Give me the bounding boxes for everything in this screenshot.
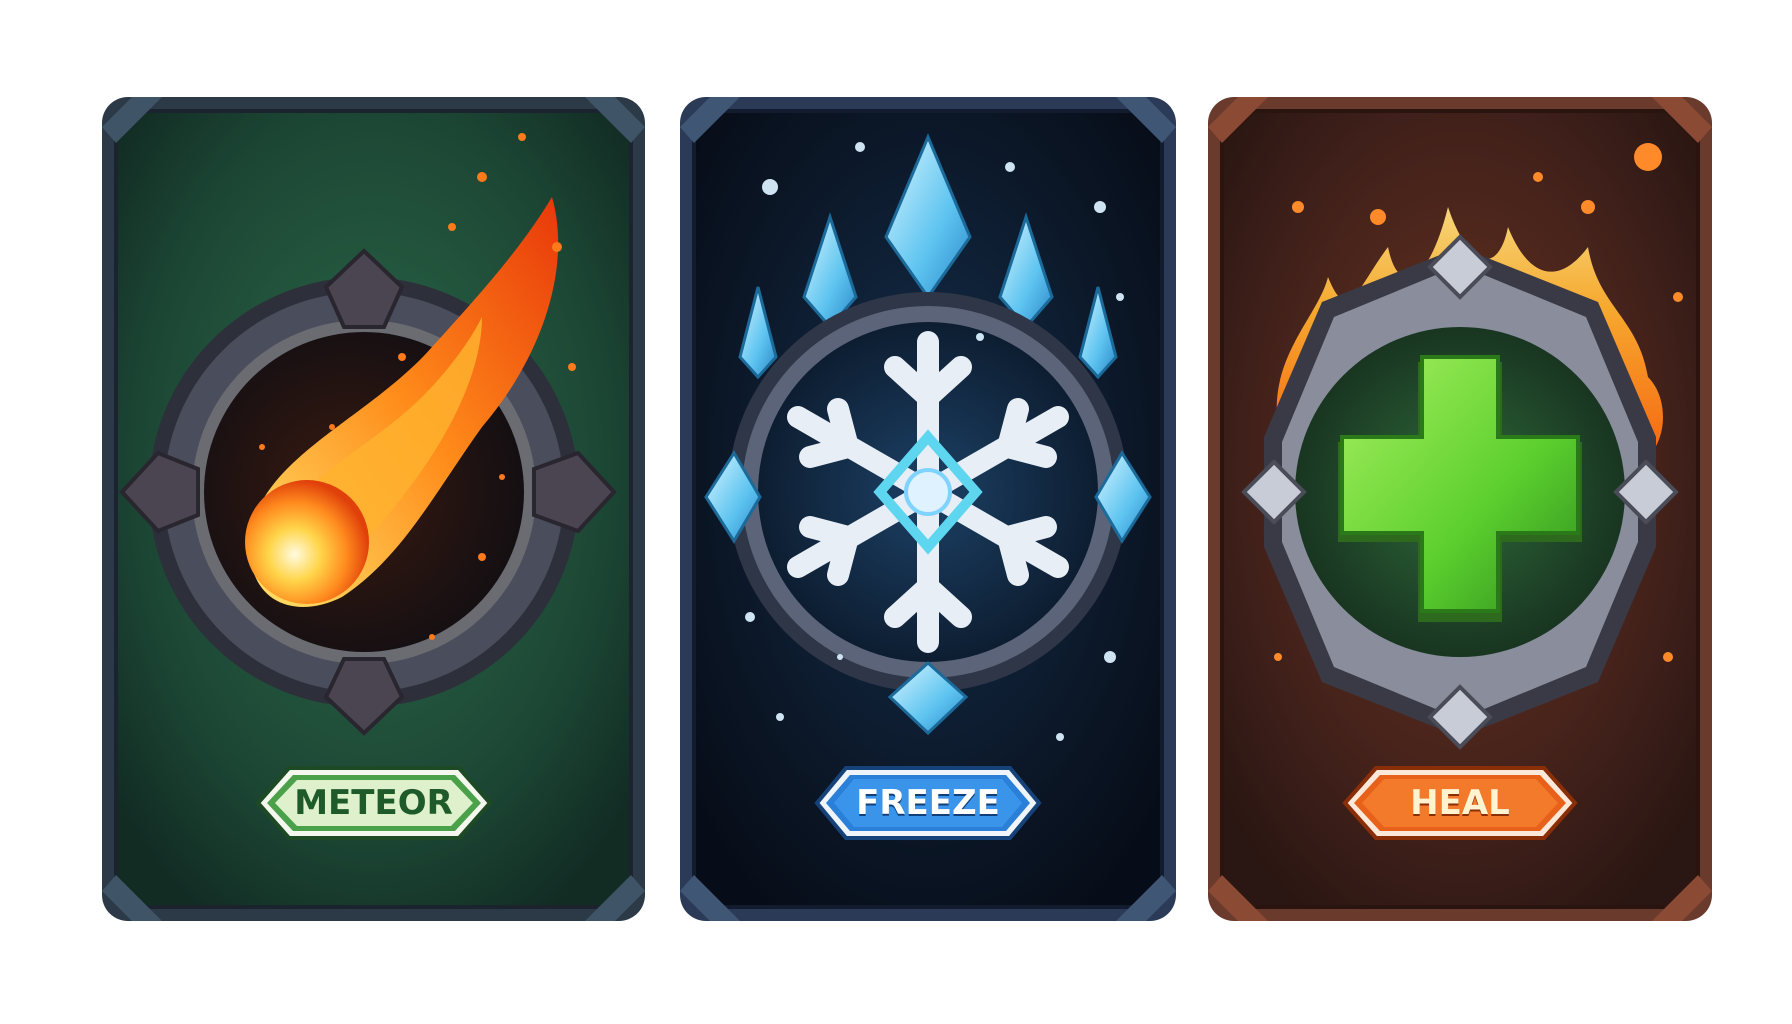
card-label-plate: HEAL xyxy=(1342,765,1578,841)
card-title: FREEZE xyxy=(856,783,1000,823)
card-title: HEAL xyxy=(1410,783,1510,823)
card-title: METEOR xyxy=(294,783,453,823)
spell-card-freeze[interactable]: FREEZE xyxy=(680,97,1176,921)
spell-card-meteor[interactable]: METEOR xyxy=(102,97,645,921)
card-label-plate: METEOR xyxy=(254,765,493,841)
spell-card-heal[interactable]: HEAL xyxy=(1208,97,1712,921)
card-label-plate: FREEZE xyxy=(814,765,1042,841)
